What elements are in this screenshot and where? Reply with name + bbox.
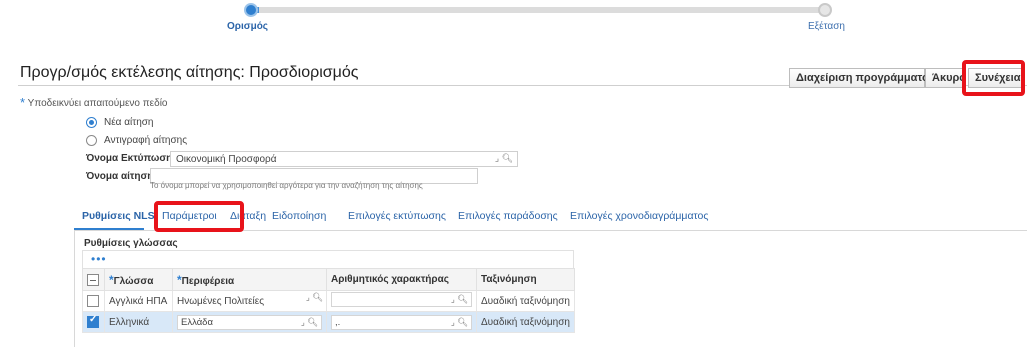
parameters-highlight-box	[154, 201, 244, 232]
more-actions-icon[interactable]: •••	[91, 252, 107, 266]
train-step-define-label[interactable]: Ορισμός	[227, 21, 268, 32]
radio-new-request[interactable]: Νέα αίτηση	[86, 117, 154, 128]
radio-selected-icon[interactable]	[86, 117, 97, 128]
tab-nls-settings[interactable]: Ρυθμίσεις NLS	[82, 210, 155, 222]
column-header-numeric[interactable]: Αριθμητικός χαρακτήρας	[326, 268, 477, 291]
table-header-row: *Γλώσσα *Περιφέρεια Αριθμητικός χαρακτήρ…	[82, 268, 575, 291]
select-all-header[interactable]	[82, 268, 105, 291]
row-select-cell[interactable]	[82, 290, 105, 312]
required-star-icon: *	[20, 95, 26, 110]
print-name-value: Οικονομική Προσφορά	[176, 154, 277, 165]
radio-unselected-icon[interactable]	[86, 135, 97, 146]
lov-search-icon[interactable]: ⌟ 🔍︎	[495, 153, 513, 164]
territory-input[interactable]: Ελλάδα ⌟ 🔍︎	[177, 314, 322, 330]
train-step-review-dot[interactable]	[818, 3, 832, 17]
language-cell: Αγγλικά ΗΠΑ	[104, 290, 173, 312]
tab-delivery-options[interactable]: Επιλογές παράδοσης	[458, 210, 558, 222]
language-cell: Ελληνικά	[104, 311, 173, 333]
manage-schedule-button[interactable]: Διαχείριση προγράμματος	[789, 68, 934, 88]
train-progress-line	[251, 7, 824, 13]
table-row[interactable]: Ελληνικά Ελλάδα ⌟ 🔍︎ ,. ⌟ 🔍︎ Δυαδική ταξ…	[82, 311, 575, 333]
lov-search-icon[interactable]: ⌟ 🔍︎	[301, 317, 318, 328]
radio-new-request-label: Νέα αίτηση	[104, 117, 154, 128]
numeric-cell: ⌟ 🔍︎	[326, 290, 477, 312]
table-row[interactable]: Αγγλικά ΗΠΑ Ηνωμένες Πολιτείες ⌟ 🔍︎ ⌟ 🔍︎…	[82, 290, 575, 312]
territory-cell: Ηνωμένες Πολιτείες ⌟ 🔍︎	[172, 290, 327, 312]
tab-bar: Ρυθμίσεις NLS Παράμετροι Διάταξη Ειδοποί…	[74, 204, 708, 230]
lov-search-icon[interactable]: ⌟ 🔍︎	[306, 292, 323, 303]
train-step-review-label[interactable]: Εξέταση	[808, 21, 845, 32]
select-all-checkbox[interactable]	[87, 273, 99, 286]
column-header-language[interactable]: *Γλώσσα	[104, 268, 173, 291]
print-name-label: Όνομα Εκτύπωσης	[86, 153, 178, 164]
sort-cell: Δυαδική ταξινόμηση	[476, 290, 575, 312]
radio-copy-request[interactable]: Αντιγραφή αίτησης	[86, 135, 187, 146]
row-checkbox[interactable]	[87, 314, 99, 328]
request-name-hint: Το όνομα μπορεί να χρησιμοποιηθεί αργότε…	[150, 181, 423, 190]
column-header-sort[interactable]: Ταξινόμηση	[476, 268, 575, 291]
table-toolbar: •••	[82, 250, 574, 268]
required-field-note: * Υποδεικνύει απαιτούμενο πεδίο	[20, 94, 168, 110]
cancel-button[interactable]: Άκυρο	[925, 68, 965, 88]
tab-schedule-options[interactable]: Επιλογές χρονοδιαγράμματος	[570, 210, 708, 222]
numeric-input[interactable]: ⌟ 🔍︎	[331, 292, 472, 307]
row-select-cell[interactable]	[82, 311, 105, 333]
page-title: Προγρ/σμός εκτέλεσης αίτησης: Προσδιορισ…	[20, 64, 359, 81]
language-settings-title: Ρυθμίσεις γλώσσας	[84, 238, 178, 249]
continue-highlight-box	[962, 60, 1025, 96]
column-header-territory[interactable]: *Περιφέρεια	[172, 268, 327, 291]
required-note-text: Υποδεικνύει απαιτούμενο πεδίο	[27, 98, 168, 109]
numeric-cell: ,. ⌟ 🔍︎	[326, 311, 477, 333]
numeric-input[interactable]: ,. ⌟ 🔍︎	[331, 314, 472, 330]
lov-search-icon[interactable]: ⌟ 🔍︎	[451, 294, 468, 305]
request-name-label: Όνομα αίτησης	[86, 171, 159, 182]
language-settings-table: *Γλώσσα *Περιφέρεια Αριθμητικός χαρακτήρ…	[82, 268, 575, 333]
sort-cell: Δυαδική ταξινόμηση	[476, 311, 575, 333]
tab-print-options[interactable]: Επιλογές εκτύπωσης	[348, 210, 446, 222]
radio-copy-request-label: Αντιγραφή αίτησης	[104, 135, 188, 146]
train-step-define-dot[interactable]	[244, 3, 258, 17]
lov-search-icon[interactable]: ⌟ 🔍︎	[451, 317, 468, 328]
territory-cell: Ελλάδα ⌟ 🔍︎	[172, 311, 327, 333]
row-checkbox[interactable]	[87, 295, 99, 307]
tab-notification[interactable]: Ειδοποίηση	[272, 210, 326, 222]
territory-value: Ηνωμένες Πολιτείες	[177, 295, 265, 307]
print-name-field[interactable]: Οικονομική Προσφορά ⌟ 🔍︎	[170, 151, 518, 167]
